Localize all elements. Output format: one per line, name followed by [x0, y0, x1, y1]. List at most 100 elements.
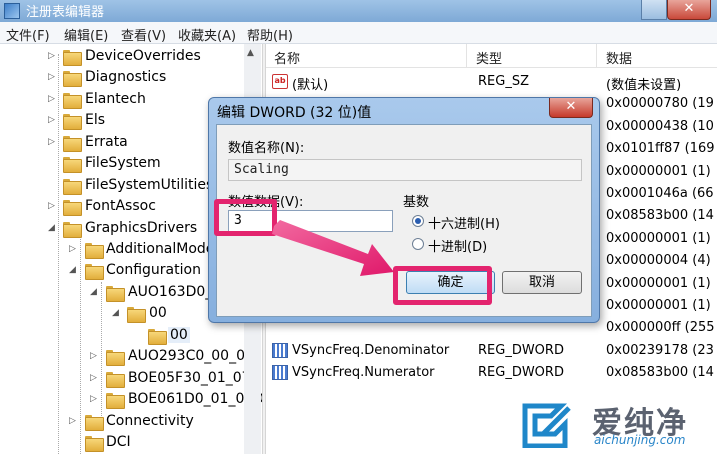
value-type: REG_DWORD: [478, 365, 564, 380]
expand-arrow-icon[interactable]: ▷: [90, 351, 100, 361]
expand-arrow-icon[interactable]: ▷: [90, 394, 100, 404]
folder-icon: [63, 200, 82, 216]
value-data: 0x08583b00 (14: [606, 208, 714, 223]
value-data: 0x0101ff87 (169: [606, 141, 715, 156]
open-folder-icon: [85, 264, 104, 280]
menu-bar: 文件(F) 编辑(E) 查看(V) 收藏夹(A) 帮助(H): [0, 22, 717, 44]
tree-item-label: 00: [168, 327, 190, 343]
window-title: 注册表编辑器: [26, 5, 105, 20]
radio-selected-icon[interactable]: [412, 215, 424, 227]
menu-help[interactable]: 帮助(H): [247, 25, 293, 44]
value-name: VSyncFreq.Numerator: [292, 365, 435, 380]
value-data-highlight: [214, 199, 277, 236]
collapse-arrow-icon[interactable]: ◢: [69, 265, 79, 275]
aichunjing-logo-icon: [522, 403, 571, 448]
folder-icon: [85, 415, 104, 431]
tree-item-label: AdditionalMode: [106, 241, 215, 257]
maximize-button[interactable]: [641, 0, 667, 20]
expand-arrow-icon[interactable]: ▷: [69, 244, 79, 254]
value-data: 0x00000001 (1): [606, 298, 711, 313]
folder-icon: [85, 243, 104, 259]
expand-arrow-icon[interactable]: ▷: [48, 94, 58, 104]
pointer-arrow-icon: [272, 220, 394, 276]
folder-icon: [63, 179, 82, 195]
menu-file[interactable]: 文件(F): [6, 25, 50, 44]
open-folder-icon: [63, 222, 82, 238]
folder-icon: [63, 114, 82, 130]
window-close-button[interactable]: ✕: [667, 0, 711, 20]
tree-item-label: AUO293C0_00_07: [128, 348, 254, 364]
open-folder-icon: [127, 307, 146, 323]
tree-item-label: Connectivity: [106, 413, 194, 429]
tree-item-label: FontAssoc: [85, 198, 156, 214]
expand-arrow-icon[interactable]: ▷: [48, 51, 58, 61]
value-type: REG_DWORD: [478, 343, 564, 358]
tree-item-label: FileSystemUtilities: [85, 177, 214, 193]
column-header-data[interactable]: 数据: [606, 48, 632, 67]
tree-item-label: Configuration: [106, 262, 201, 278]
expand-arrow-icon[interactable]: ▷: [69, 416, 79, 426]
menu-view[interactable]: 查看(V): [121, 25, 166, 44]
list-header: 名称 类型 数据: [266, 44, 717, 68]
dword-value-icon: [272, 365, 288, 380]
value-name-label: 数值名称(N):: [228, 141, 305, 156]
radio-unselected-icon[interactable]: [412, 238, 424, 250]
column-header-type[interactable]: 类型: [476, 48, 502, 67]
tree-item-label: 00: [149, 305, 167, 321]
expand-arrow-icon[interactable]: ▷: [48, 115, 58, 125]
value-type: REG_SZ: [478, 74, 529, 89]
scroll-up-arrow-icon[interactable]: ▲: [247, 48, 254, 58]
folder-icon: [85, 436, 104, 452]
expand-arrow-icon[interactable]: ▷: [48, 137, 58, 147]
folder-icon: [106, 350, 125, 366]
cancel-button[interactable]: 取消: [502, 271, 582, 294]
expand-arrow-icon[interactable]: ▷: [48, 72, 58, 82]
value-data: 0x08583b00 (14: [606, 365, 714, 380]
value-name: VSyncFreq.Denominator: [292, 343, 450, 358]
tree-item-label: DeviceOverrides: [85, 48, 201, 64]
ok-button-highlight: [393, 266, 492, 305]
value-data: 0x00000001 (1): [606, 231, 711, 246]
open-folder-icon: [106, 286, 125, 302]
watermark-url: aichunjing.com: [594, 433, 686, 447]
folder-icon: [148, 329, 167, 345]
regedit-app-icon: [4, 3, 20, 19]
value-name: (默认): [292, 78, 329, 93]
value-row-vsync-numerator[interactable]: VSyncFreq.Numerator REG_DWORD 0x08583b00…: [266, 363, 717, 385]
folder-icon: [63, 71, 82, 87]
folder-icon: [63, 50, 82, 66]
folder-icon: [63, 93, 82, 109]
value-data: 0x00000438 (10: [606, 119, 714, 134]
folder-icon: [63, 136, 82, 152]
value-row-default[interactable]: ab (默认) REG_SZ (数值未设置): [266, 72, 717, 94]
collapse-arrow-icon[interactable]: ◢: [48, 223, 58, 233]
value-data: 0x00000001 (1): [606, 276, 711, 291]
string-value-icon: ab: [272, 74, 288, 89]
folder-icon: [63, 157, 82, 173]
tree-item-label: Elantech: [85, 91, 146, 107]
menu-edit[interactable]: 编辑(E): [64, 25, 108, 44]
folder-icon: [106, 372, 125, 388]
dialog-close-button[interactable]: ✕: [549, 98, 593, 118]
base-group-label: 基数: [403, 195, 430, 210]
collapse-arrow-icon[interactable]: ◢: [112, 308, 122, 318]
value-data: 0x00000004 (4): [606, 253, 711, 268]
tree-item-label: GraphicsDrivers: [85, 220, 198, 236]
title-bar: 注册表编辑器 ✕: [0, 0, 717, 22]
value-data: 0x00000780 (19: [606, 96, 714, 111]
column-header-name[interactable]: 名称: [274, 48, 300, 67]
tree-item-label: DCI: [106, 434, 131, 450]
value-data: 0x0001046a (66: [606, 186, 714, 201]
menu-favorites[interactable]: 收藏夹(A): [178, 25, 236, 44]
value-row-vsync-denominator[interactable]: VSyncFreq.Denominator REG_DWORD 0x002391…: [266, 341, 717, 363]
tree-item-label: FileSystem: [85, 155, 161, 171]
dialog-title: 编辑 DWORD (32 位)值: [217, 105, 372, 121]
value-data: 0x00239178 (23: [606, 343, 714, 358]
collapse-arrow-icon[interactable]: ◢: [90, 287, 100, 297]
tree-item-label: Errata: [85, 134, 128, 150]
radio-hex-label: 十六进制(H): [428, 217, 500, 232]
value-data: 0x00000001 (1): [606, 164, 711, 179]
expand-arrow-icon[interactable]: ▷: [48, 201, 58, 211]
tree-item-label: Diagnostics: [85, 69, 167, 85]
expand-arrow-icon[interactable]: ▷: [90, 373, 100, 383]
